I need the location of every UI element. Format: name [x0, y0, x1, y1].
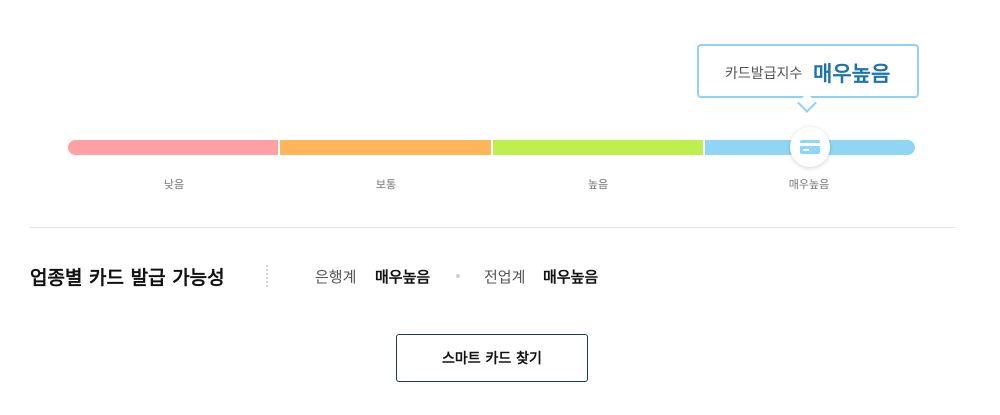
gauge-segment-low: [68, 140, 279, 155]
title-separator: [266, 265, 268, 287]
level-label-very-high: 매우높음: [788, 178, 830, 191]
specialized-label: 전업계: [484, 268, 526, 286]
level-label-normal: 보통: [375, 178, 397, 191]
smart-card-search-button[interactable]: 스마트 카드 찾기: [396, 334, 588, 382]
item-separator-dot: [456, 274, 460, 278]
index-label: 카드발급지수: [725, 66, 803, 82]
issuance-gauge: [68, 140, 915, 155]
bank-label: 은행계: [315, 268, 357, 286]
index-tooltip: 카드발급지수 매우높음: [697, 44, 919, 113]
bank-value: 매우높음: [375, 268, 431, 286]
gauge-segment-high: [490, 140, 703, 155]
gauge-marker: [790, 127, 830, 167]
index-value: 매우높음: [813, 62, 891, 86]
level-label-low: 낮음: [163, 178, 185, 191]
section-divider: [30, 227, 955, 228]
gauge-segment-normal: [278, 140, 491, 155]
tooltip-arrow: [797, 93, 817, 113]
specialized-value: 매우높음: [543, 268, 599, 286]
level-label-high: 높음: [587, 178, 609, 191]
credit-card-icon: [800, 140, 820, 154]
industry-title: 업종별 카드 발급 가능성: [30, 267, 225, 289]
